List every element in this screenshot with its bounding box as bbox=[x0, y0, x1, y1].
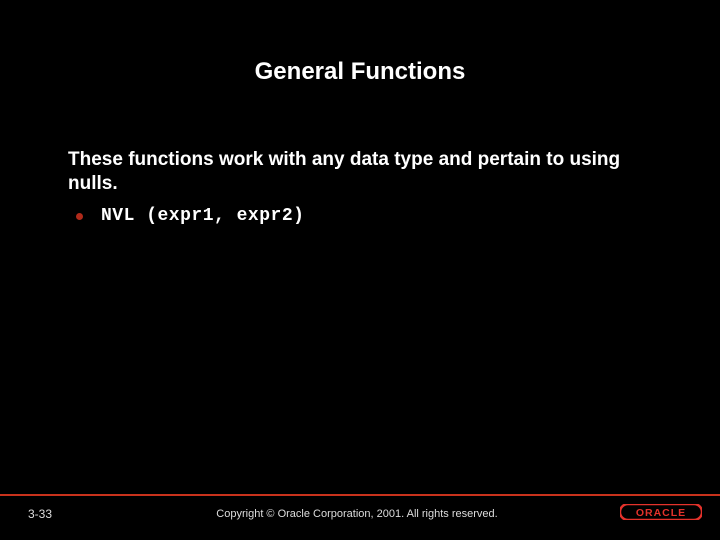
slide-body: These functions work with any data type … bbox=[0, 86, 720, 226]
bullet-icon bbox=[76, 213, 83, 220]
bullet-text: NVL (expr1, expr2) bbox=[101, 206, 304, 226]
slide: General Functions These functions work w… bbox=[0, 0, 720, 540]
lead-paragraph: These functions work with any data type … bbox=[68, 148, 652, 196]
page-number: 3-33 bbox=[28, 507, 98, 521]
list-item: NVL (expr1, expr2) bbox=[68, 206, 652, 226]
copyright-text: Copyright © Oracle Corporation, 2001. Al… bbox=[98, 508, 616, 520]
oracle-logo: ORACLE bbox=[616, 504, 702, 525]
slide-title: General Functions bbox=[0, 0, 720, 86]
footer-bar: 3-33 Copyright © Oracle Corporation, 200… bbox=[0, 494, 720, 532]
svg-text:ORACLE: ORACLE bbox=[636, 507, 686, 519]
